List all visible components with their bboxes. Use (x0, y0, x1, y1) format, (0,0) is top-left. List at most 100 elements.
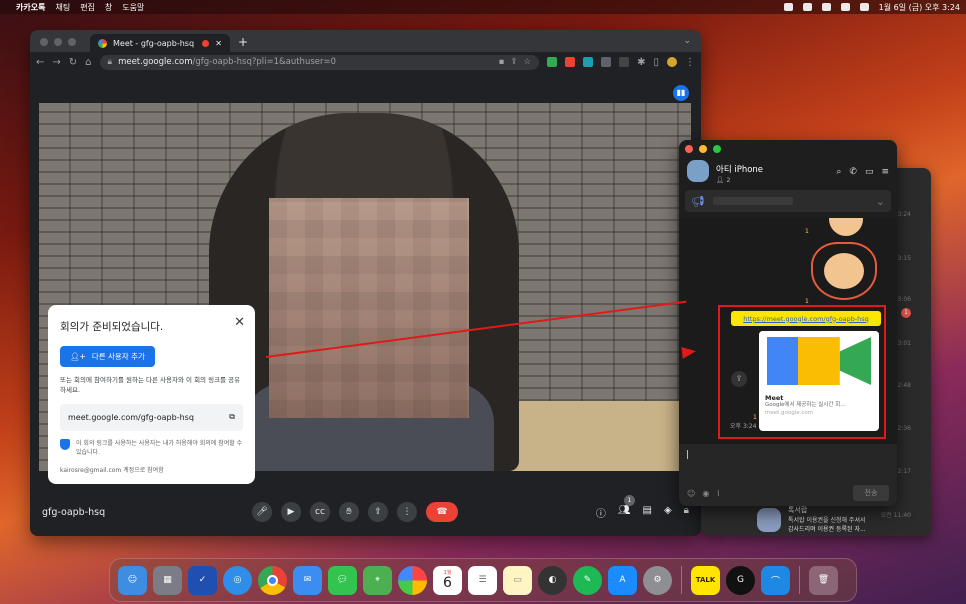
dialog-title: 회의가 준비되었습니다. (60, 321, 164, 333)
avatar[interactable] (687, 160, 709, 182)
forward-icon[interactable]: → (52, 57, 60, 68)
share-icon[interactable]: ⇪ (510, 57, 517, 67)
close-window-button[interactable] (40, 38, 48, 46)
close-tab-icon[interactable]: ✕ (215, 39, 222, 48)
sidepanel-icon[interactable]: ▯ (653, 57, 659, 68)
close-window-button[interactable] (685, 145, 693, 153)
tab-search-icon[interactable]: ⌄ (683, 36, 691, 46)
present-button[interactable]: ⇧ (368, 502, 388, 522)
control-center-icon[interactable] (859, 3, 869, 11)
person-add-icon: 👤︎+ (70, 352, 86, 361)
bluetooth-icon[interactable] (802, 3, 812, 11)
raise-hand-button[interactable]: ✋︎ (339, 502, 359, 522)
extensions-puzzle-icon[interactable]: ✱ (637, 57, 645, 68)
info-icon[interactable]: ⓘ (596, 505, 606, 520)
menu-chat[interactable]: 채팅 (55, 2, 70, 13)
list-time: 2:36 (897, 425, 911, 432)
menu-window[interactable]: 창 (105, 2, 112, 13)
shield-icon (60, 438, 70, 450)
video-call-icon[interactable]: ▭ (865, 167, 874, 177)
reload-icon[interactable]: ↻ (69, 57, 77, 68)
evernote-icon[interactable]: ✎ (573, 565, 602, 595)
dock: ☺ ▦ ✓ ◎ ✉ 💬︎ ⌖ 1월 6 ☰ ▭ ◐ ✎ A ⚙ TALK G ⌒… (109, 558, 857, 602)
screen-recorder-icon[interactable]: ◐ (538, 565, 567, 595)
wifi-icon[interactable] (840, 3, 850, 11)
emoticon-bear (824, 253, 864, 289)
call-controls: 🎤︎ ▶ cc ✋︎ ⇧ ⋮ ☎︎ (252, 502, 458, 522)
host-controls-icon[interactable]: 🔒︎ (684, 505, 689, 520)
extension-teal-icon[interactable] (583, 57, 594, 67)
zoom-window-button[interactable] (713, 145, 721, 153)
camera-icon[interactable]: ▪ (499, 57, 505, 67)
send-button[interactable]: 전송 (853, 485, 889, 501)
list-item[interactable]: 톡서랍 톡서랍 이용권을 신청해 주셔서 감사드리며 이용권 등록된 자... (788, 505, 866, 534)
notice-bar[interactable]: 📢︎ ⌄ (685, 190, 891, 212)
notes-icon[interactable]: ▭ (503, 565, 532, 595)
messages-icon[interactable]: 💬︎ (328, 565, 357, 595)
photos-icon[interactable] (398, 565, 427, 595)
status-icon[interactable] (783, 3, 793, 11)
close-dialog-icon[interactable]: ✕ (234, 315, 245, 330)
maps-icon[interactable]: ⌖ (363, 565, 392, 595)
copy-icon[interactable]: ⧉ (229, 412, 235, 422)
list-time: 3:06 (897, 296, 911, 303)
sticker-icon[interactable]: ◉ (702, 489, 709, 498)
captions-button[interactable]: cc (310, 502, 330, 522)
menu-help[interactable]: 도움말 (122, 2, 144, 13)
bookmark-star-icon[interactable]: ☆ (523, 57, 531, 67)
url-path: /gfg-oapb-hsq?pli=1&authuser=0 (192, 57, 337, 67)
profile-avatar[interactable] (667, 57, 677, 67)
extension-shield-icon[interactable] (547, 57, 558, 67)
chat-icon[interactable]: ▤ (643, 505, 652, 520)
calendar-day: 6 (443, 574, 452, 591)
pixelated-face (269, 198, 469, 418)
safari-icon[interactable]: ◎ (223, 565, 252, 595)
search-icon[interactable]: ⌕ (836, 167, 841, 177)
calendar-icon[interactable]: 1월 6 (433, 565, 462, 595)
zoom-window-button[interactable] (68, 38, 76, 46)
add-people-button[interactable]: 👤︎+ 다른 사용자 추가 (60, 346, 155, 367)
minimize-window-button[interactable] (699, 145, 707, 153)
emoji-icon[interactable]: ☺ (687, 489, 695, 498)
vpn-icon[interactable]: ⌒ (761, 565, 790, 595)
phone-icon[interactable]: ✆ (849, 167, 857, 177)
address-bar[interactable]: 🔒︎ meet.google.com/gfg-oapb-hsq?pli=1&au… (99, 54, 540, 70)
trash-icon[interactable]: 🗑︎ (809, 565, 838, 595)
camera-button[interactable]: ▶ (281, 502, 301, 522)
launchpad-icon[interactable]: ▦ (153, 565, 182, 595)
menu-icon[interactable]: ≡ (881, 167, 889, 177)
shortcut-app-icon[interactable]: ✓ (188, 565, 217, 595)
recording-icon (202, 39, 210, 47)
kakaotalk-icon[interactable]: TALK (691, 565, 720, 595)
attach-icon[interactable]: ⌇ (716, 489, 720, 498)
more-options-button[interactable]: ⋮ (397, 502, 417, 522)
meeting-link[interactable]: meet.google.com/gfg-oapb-hsq (68, 413, 194, 422)
unread-count: 1 (805, 228, 809, 235)
mail-icon[interactable]: ✉ (293, 565, 322, 595)
chrome-menu-icon[interactable]: ⋮ (685, 57, 695, 68)
message-input[interactable]: ☺ ◉ ⌇ 전송 (679, 444, 897, 506)
chevron-down-icon[interactable]: ⌄ (876, 195, 885, 208)
finder-icon[interactable]: ☺ (118, 565, 147, 595)
chrome-icon[interactable] (258, 565, 287, 595)
home-icon[interactable]: ⌂ (85, 57, 91, 68)
app-store-icon[interactable]: A (608, 565, 637, 595)
grammarly-icon[interactable]: G (726, 565, 755, 595)
new-tab-button[interactable]: + (238, 35, 248, 49)
extension-red-icon[interactable] (565, 57, 576, 67)
extension-dark-icon[interactable] (619, 57, 630, 67)
minimize-window-button[interactable] (54, 38, 62, 46)
extension-gray-icon[interactable] (601, 57, 612, 67)
app-menu[interactable]: 카카오톡 (16, 2, 45, 13)
back-icon[interactable]: ← (36, 57, 44, 68)
system-settings-icon[interactable]: ⚙ (643, 565, 672, 595)
mic-button[interactable]: 🎤︎ (252, 502, 272, 522)
people-icon[interactable]: 👥︎ (618, 505, 631, 520)
end-call-button[interactable]: ☎︎ (426, 502, 458, 522)
battery-icon[interactable] (821, 3, 831, 11)
tab-meet[interactable]: Meet - gfg-oapb-hsq ✕ (90, 34, 230, 52)
reminders-icon[interactable]: ☰ (468, 565, 497, 595)
menu-edit[interactable]: 편집 (80, 2, 95, 13)
activities-icon[interactable]: ◈ (664, 505, 672, 520)
menu-clock[interactable]: 1월 6일 (금) 오후 3:24 (879, 2, 960, 13)
